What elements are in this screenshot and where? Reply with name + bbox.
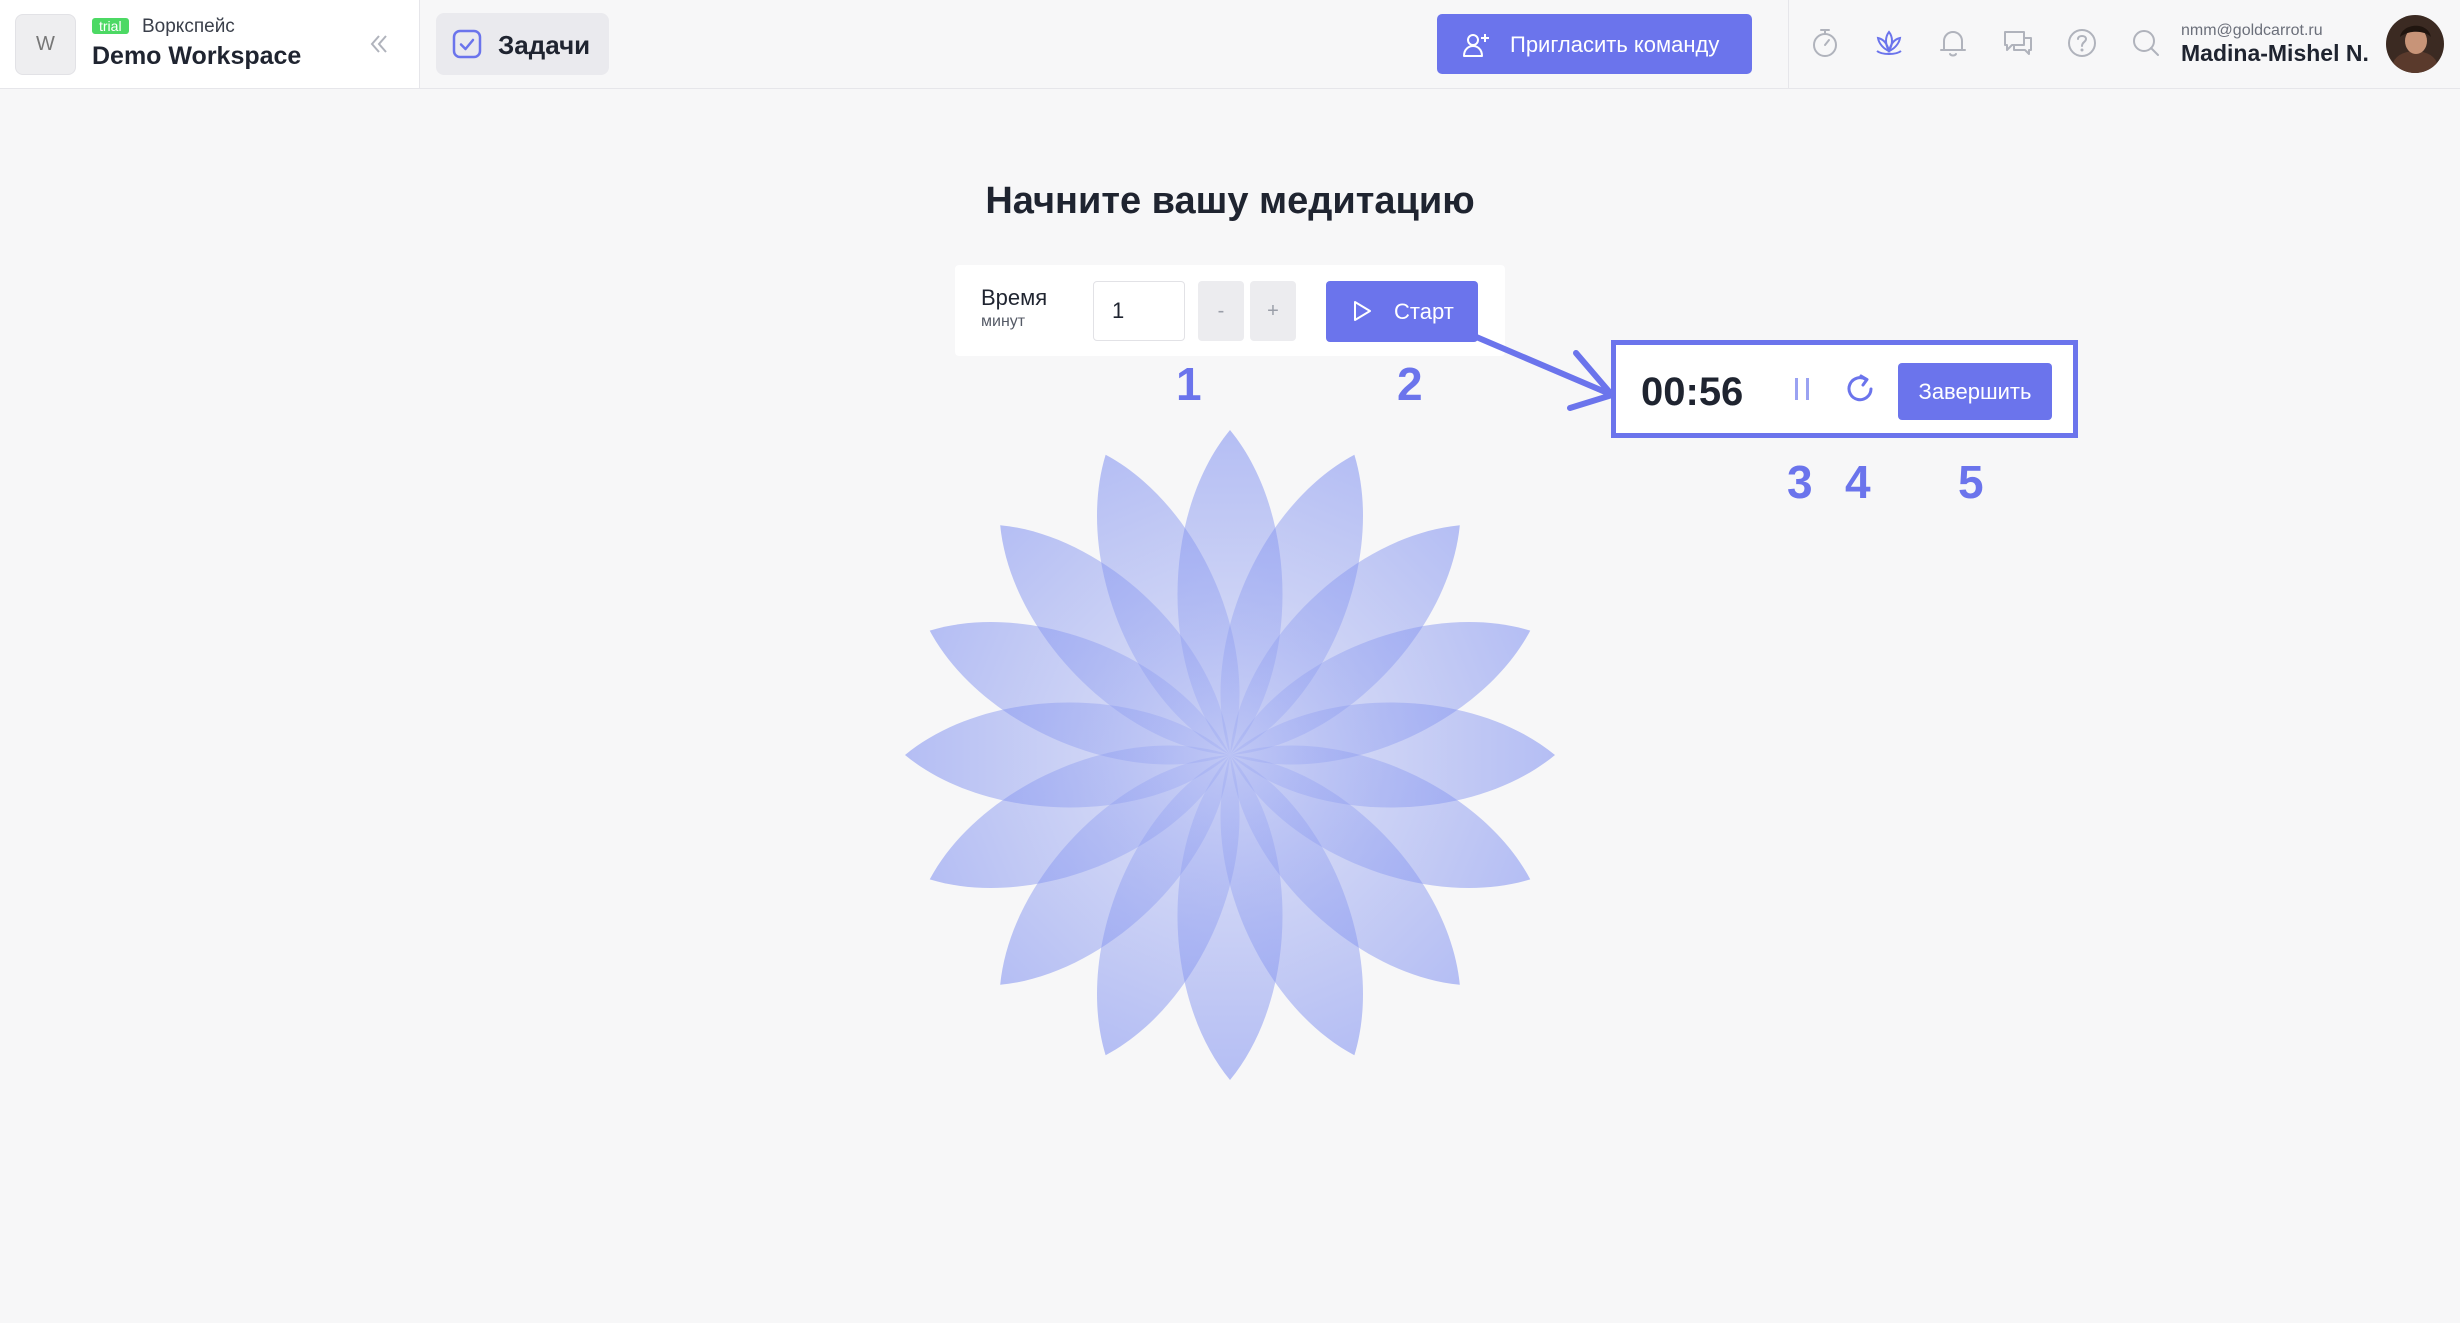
callout-4: 4: [1845, 456, 1871, 508]
timer-icon[interactable]: [1808, 26, 1842, 60]
workspace-switcher[interactable]: W trial Воркспейс Demo Workspace: [0, 0, 420, 88]
callout-1: 1: [1176, 358, 1202, 410]
user-avatar[interactable]: [2386, 15, 2444, 73]
page-title: Начните вашу медитацию: [985, 180, 1475, 222]
increment-button[interactable]: +: [1250, 281, 1296, 341]
workspace-name: Demo Workspace: [92, 42, 302, 70]
workspace-avatar: W: [15, 14, 76, 75]
invite-team-label: Пригласить команду: [1510, 32, 1720, 57]
add-user-icon: [1463, 34, 1489, 57]
timer-panel: 00:56 Завершить: [1611, 340, 2078, 438]
play-icon: [1354, 301, 1371, 321]
start-button[interactable]: Старт: [1326, 281, 1478, 342]
minutes-input[interactable]: [1093, 281, 1185, 341]
annotation-arrow: [1471, 333, 1615, 411]
chat-icon[interactable]: [2001, 26, 2035, 60]
tab-tasks-label: Задачи: [498, 30, 591, 60]
invite-team-button[interactable]: Пригласить команду: [1437, 14, 1752, 74]
decrement-button[interactable]: -: [1198, 281, 1244, 341]
pause-icon[interactable]: [1789, 373, 1817, 405]
timer-value: 00:56: [1641, 370, 1744, 414]
tab-tasks[interactable]: Задачи: [436, 13, 609, 75]
search-icon[interactable]: [2129, 26, 2163, 60]
check-square-icon: [452, 29, 482, 59]
time-label: Время: [981, 285, 1048, 310]
header-divider: [1788, 0, 1789, 88]
reset-icon[interactable]: [1842, 371, 1878, 407]
finish-button[interactable]: Завершить: [1898, 363, 2052, 420]
workspace-subtitle: Воркспейс: [142, 16, 235, 37]
lotus-flower-illustration: [905, 430, 1555, 1080]
user-email: nmm@goldcarrot.ru: [2181, 22, 2323, 39]
callout-2: 2: [1397, 358, 1423, 410]
callout-5: 5: [1958, 456, 1984, 508]
callout-3: 3: [1787, 456, 1813, 508]
lotus-icon[interactable]: [1872, 26, 1906, 60]
user-name[interactable]: Madina-Mishel N.: [2181, 40, 2369, 67]
start-label: Старт: [1394, 299, 1454, 324]
time-unit-label: минут: [981, 313, 1026, 330]
bell-icon[interactable]: [1936, 26, 1970, 60]
collapse-sidebar-icon[interactable]: [363, 28, 395, 60]
time-settings-panel: Время минут - + Старт: [955, 265, 1505, 356]
help-icon[interactable]: [2065, 26, 2099, 60]
trial-badge: trial: [92, 18, 129, 34]
top-header: W trial Воркспейс Demo Workspace Задачи …: [0, 0, 2460, 89]
